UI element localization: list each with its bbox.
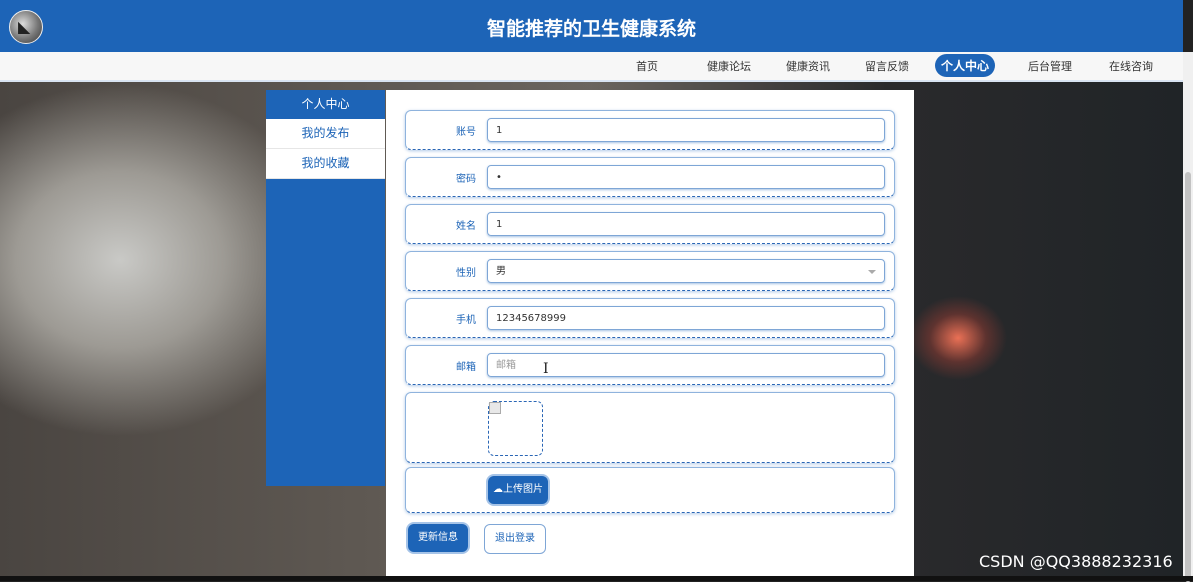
upload-label: 上传图片 xyxy=(503,484,543,495)
phone-label: 手机 xyxy=(456,315,476,326)
nav-item-consult[interactable]: 在线咨询 xyxy=(1109,58,1153,74)
name-label: 姓名 xyxy=(456,221,476,232)
sidebar-item-my-favorites[interactable]: 我的收藏 xyxy=(266,149,385,179)
cloud-upload-icon: ☁ xyxy=(493,484,503,495)
form-row-name: 姓名 1 xyxy=(405,204,895,244)
nav-item-admin[interactable]: 后台管理 xyxy=(1028,58,1072,74)
sidebar-item-my-posts[interactable]: 我的发布 xyxy=(266,119,385,149)
avatar-preview[interactable] xyxy=(488,401,543,456)
nav-item-news[interactable]: 健康资讯 xyxy=(786,58,830,74)
site-header: ◣ 智能推荐的卫生健康系统 xyxy=(0,0,1183,52)
bottom-bar xyxy=(0,576,1193,581)
sidebar: 个人中心 我的发布 我的收藏 xyxy=(266,90,385,486)
form-row-gender: 性别 男 xyxy=(405,251,895,291)
form-row-password: 密码 • xyxy=(405,157,895,197)
account-input[interactable]: 1 xyxy=(487,118,885,142)
logout-button[interactable]: 退出登录 xyxy=(484,524,546,554)
gender-select[interactable]: 男 xyxy=(487,259,885,283)
form-row-email: 邮箱 邮箱 xyxy=(405,345,895,385)
gender-label: 性别 xyxy=(456,268,476,279)
nav-item-forum[interactable]: 健康论坛 xyxy=(707,58,751,74)
form-row-account: 账号 1 xyxy=(405,110,895,150)
email-label: 邮箱 xyxy=(456,362,476,373)
account-label: 账号 xyxy=(456,127,476,138)
chevron-down-icon xyxy=(868,270,876,274)
password-input[interactable]: • xyxy=(487,165,885,189)
form-row-phone: 手机 12345678999 xyxy=(405,298,895,338)
form-row-upload: ☁上传图片 xyxy=(405,467,895,513)
nav-item-feedback[interactable]: 留言反馈 xyxy=(865,58,909,74)
broken-image-icon xyxy=(489,402,501,414)
upload-image-button[interactable]: ☁上传图片 xyxy=(488,476,548,504)
nav-item-home[interactable]: 首页 xyxy=(636,58,658,74)
profile-form: 账号 1 密码 • 姓名 1 性别 男 手机 12345678999 邮箱 邮箱… xyxy=(386,90,914,581)
update-info-button[interactable]: 更新信息 xyxy=(408,524,468,552)
page-title: 智能推荐的卫生健康系统 xyxy=(486,18,696,40)
password-label: 密码 xyxy=(456,174,476,185)
name-input[interactable]: 1 xyxy=(487,212,885,236)
text-cursor-icon: I xyxy=(543,361,549,377)
watermark: CSDN @QQ3888232316 xyxy=(979,552,1173,571)
scrollbar-thumb[interactable] xyxy=(1185,172,1191,582)
nav-item-personal-center[interactable]: 个人中心 xyxy=(935,54,996,77)
top-nav: 首页 健康论坛 健康资讯 留言反馈 个人中心 后台管理 在线咨询 xyxy=(0,52,1183,82)
phone-input[interactable]: 12345678999 xyxy=(487,306,885,330)
gender-value: 男 xyxy=(496,266,506,277)
scrollbar[interactable] xyxy=(1183,52,1193,582)
sidebar-item-personal-center[interactable]: 个人中心 xyxy=(266,90,385,119)
form-row-avatar xyxy=(405,392,895,463)
